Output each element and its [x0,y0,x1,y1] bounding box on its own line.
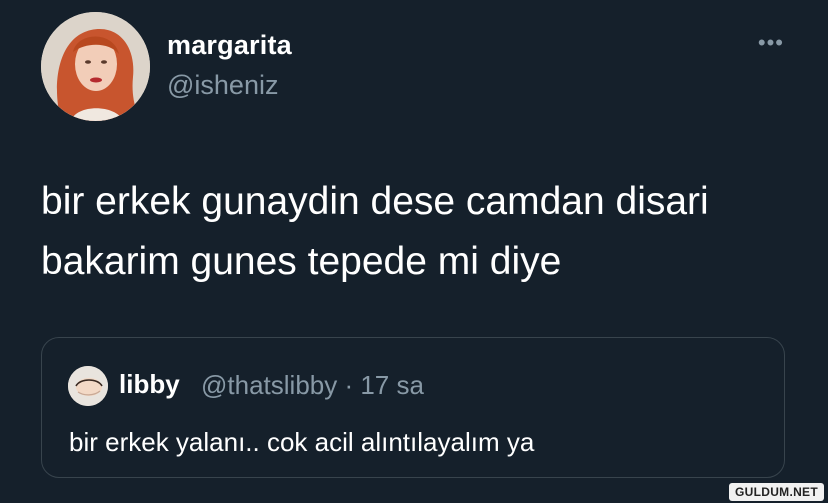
watermark: GULDUM.NET [729,483,824,501]
tweet-text: bir erkek gunaydin dese camdan disari ba… [41,180,709,283]
author-name[interactable]: margarita [167,30,292,61]
author-handle[interactable]: @isheniz [167,70,278,101]
quoted-author-meta[interactable]: @thatslibby · 17 sa [201,370,424,401]
quoted-tweet-card[interactable]: libby @thatslibby · 17 sa bir erkek yala… [41,337,785,478]
more-horizontal-icon[interactable]: ••• [758,32,784,54]
author-avatar[interactable] [41,12,150,121]
quoted-author-name[interactable]: libby [119,369,180,400]
quoted-author-avatar[interactable] [68,366,108,406]
quoted-tweet-text: bir erkek yalanı.. cok acil alıntılayalı… [69,427,535,457]
quoted-author-avatar-image [68,366,108,406]
author-avatar-image [41,12,150,121]
